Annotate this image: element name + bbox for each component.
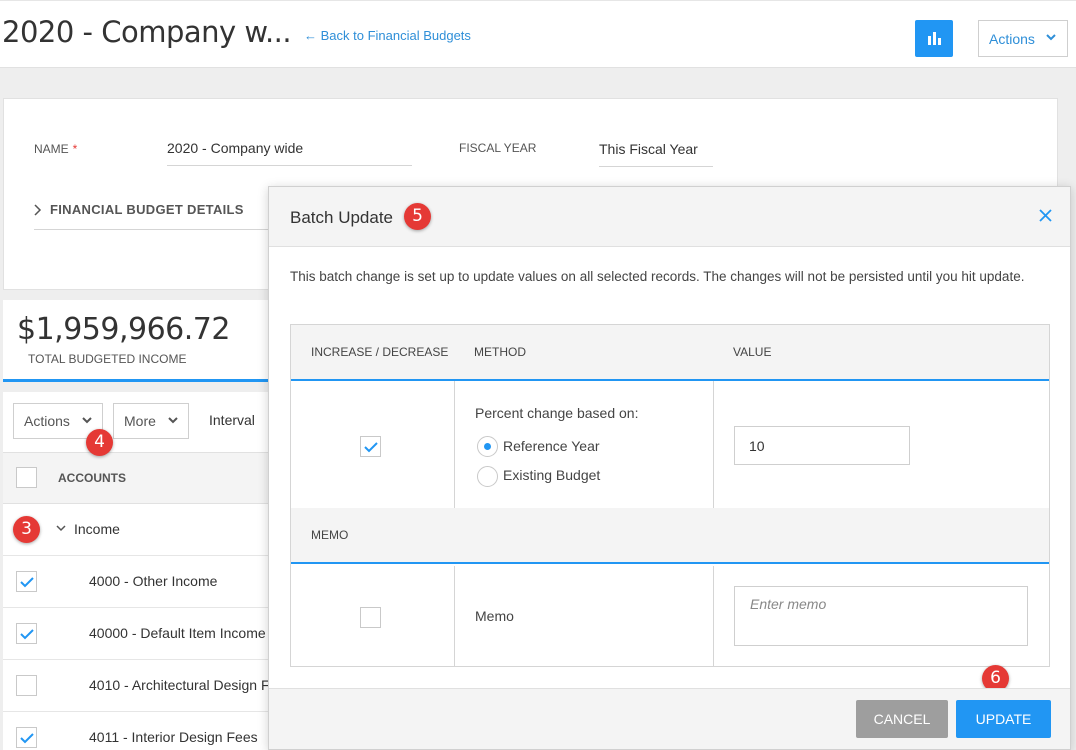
divider [713, 566, 714, 666]
row-checkbox[interactable] [16, 727, 37, 748]
total-income-card: $1,959,966.72 TOTAL BUDGETED INCOME [3, 300, 271, 382]
memo-input[interactable]: Enter memo [734, 586, 1028, 646]
chevron-down-icon [168, 417, 178, 424]
dialog-header: Batch Update [269, 187, 1070, 247]
table-row[interactable]: 4011 - Interior Design Fees [3, 712, 303, 750]
accounts-column-header[interactable]: ACCOUNTS [58, 471, 126, 485]
page-header: 2020 - Company w... ← Back to Financial … [0, 0, 1076, 68]
existing-budget-label[interactable]: Existing Budget [503, 467, 600, 483]
fiscal-year-label: FISCAL YEAR [459, 141, 537, 155]
increase-decrease-checkbox[interactable] [360, 436, 381, 457]
header-actions-dropdown[interactable]: Actions [978, 20, 1068, 57]
cancel-button[interactable]: CANCEL [856, 700, 948, 738]
step-badge-5: 5 [404, 203, 431, 230]
header-actions-label: Actions [989, 31, 1035, 47]
step-badge-3: 3 [13, 516, 40, 543]
account-name: 4000 - Other Income [89, 573, 218, 589]
method-prompt: Percent change based on: [475, 405, 639, 421]
memo-checkbox[interactable] [360, 607, 381, 628]
chevron-down-icon [1046, 34, 1056, 41]
total-budgeted-income-amount: $1,959,966.72 [17, 312, 230, 347]
divider [454, 566, 455, 666]
required-mark: * [72, 142, 78, 156]
table-row[interactable]: 4010 - Architectural Design Fees [3, 660, 303, 712]
group-label: Income [74, 521, 120, 537]
chart-view-button[interactable] [915, 20, 953, 57]
checkmark-icon [20, 577, 34, 588]
update-button[interactable]: UPDATE [956, 700, 1051, 738]
accounts-grid: Actions More Interval ACCOUNTS Income 40… [3, 392, 303, 750]
existing-budget-radio[interactable] [477, 466, 498, 487]
memo-label: Memo [475, 608, 514, 624]
dialog-title: Batch Update [290, 208, 394, 227]
method-header: METHOD [474, 345, 526, 359]
row-checkbox[interactable] [16, 571, 37, 592]
grid-more-dropdown[interactable]: More [113, 403, 189, 439]
chevron-down-icon [82, 417, 92, 424]
fiscal-year-field[interactable]: This Fiscal Year [599, 141, 713, 167]
grid-actions-label: Actions [24, 413, 70, 429]
row-checkbox[interactable] [16, 675, 37, 696]
select-all-checkbox[interactable] [16, 467, 37, 488]
table-row[interactable]: 40000 - Default Item Income [3, 608, 303, 660]
memo-header-row: MEMO [291, 508, 1049, 564]
account-name: 4011 - Interior Design Fees [89, 729, 258, 745]
divider [34, 229, 274, 230]
grid-more-label: More [124, 413, 156, 429]
chevron-right-icon[interactable] [34, 204, 42, 216]
bar-chart-icon [928, 32, 941, 45]
account-name: 40000 - Default Item Income [89, 625, 266, 641]
dialog-description: This batch change is set up to update va… [290, 269, 1025, 284]
interval-label: Interval [209, 412, 255, 428]
batch-update-table: INCREASE / DECREASE METHOD VALUE Percent… [290, 324, 1050, 667]
chevron-down-icon[interactable] [56, 525, 66, 532]
name-label-text: NAME [34, 142, 69, 156]
step-badge-4: 4 [86, 429, 113, 456]
account-name: 4010 - Architectural Design Fees [89, 677, 293, 693]
divider [713, 381, 714, 508]
value-header: VALUE [733, 345, 772, 359]
divider [454, 381, 455, 508]
dialog-footer: CANCEL UPDATE [269, 688, 1070, 749]
value-input[interactable]: 10 [734, 426, 910, 465]
financial-budget-details-toggle[interactable]: FINANCIAL BUDGET DETAILS [50, 202, 244, 217]
reference-year-label[interactable]: Reference Year [503, 438, 600, 454]
row-checkbox[interactable] [16, 623, 37, 644]
checkmark-icon [364, 442, 378, 453]
increase-decrease-header: INCREASE / DECREASE [311, 345, 449, 359]
batch-update-dialog: Batch Update 5 This batch change is set … [268, 186, 1071, 750]
name-field[interactable]: 2020 - Company wide [167, 140, 412, 166]
memo-header: MEMO [311, 528, 349, 542]
table-header-row: INCREASE / DECREASE METHOD VALUE [291, 325, 1049, 381]
name-label: NAME * [34, 142, 77, 156]
total-budgeted-income-label: TOTAL BUDGETED INCOME [28, 352, 187, 366]
reference-year-radio[interactable] [477, 436, 498, 457]
checkmark-icon [20, 629, 34, 640]
table-row[interactable]: 4000 - Other Income [3, 556, 303, 608]
checkmark-icon [20, 733, 34, 744]
grid-header-row: ACCOUNTS [3, 452, 303, 504]
back-to-financial-budgets-link[interactable]: ← Back to Financial Budgets [304, 28, 471, 43]
page-title: 2020 - Company w... [2, 15, 292, 49]
group-row-income[interactable]: Income [3, 504, 303, 556]
close-icon[interactable] [1039, 209, 1052, 222]
